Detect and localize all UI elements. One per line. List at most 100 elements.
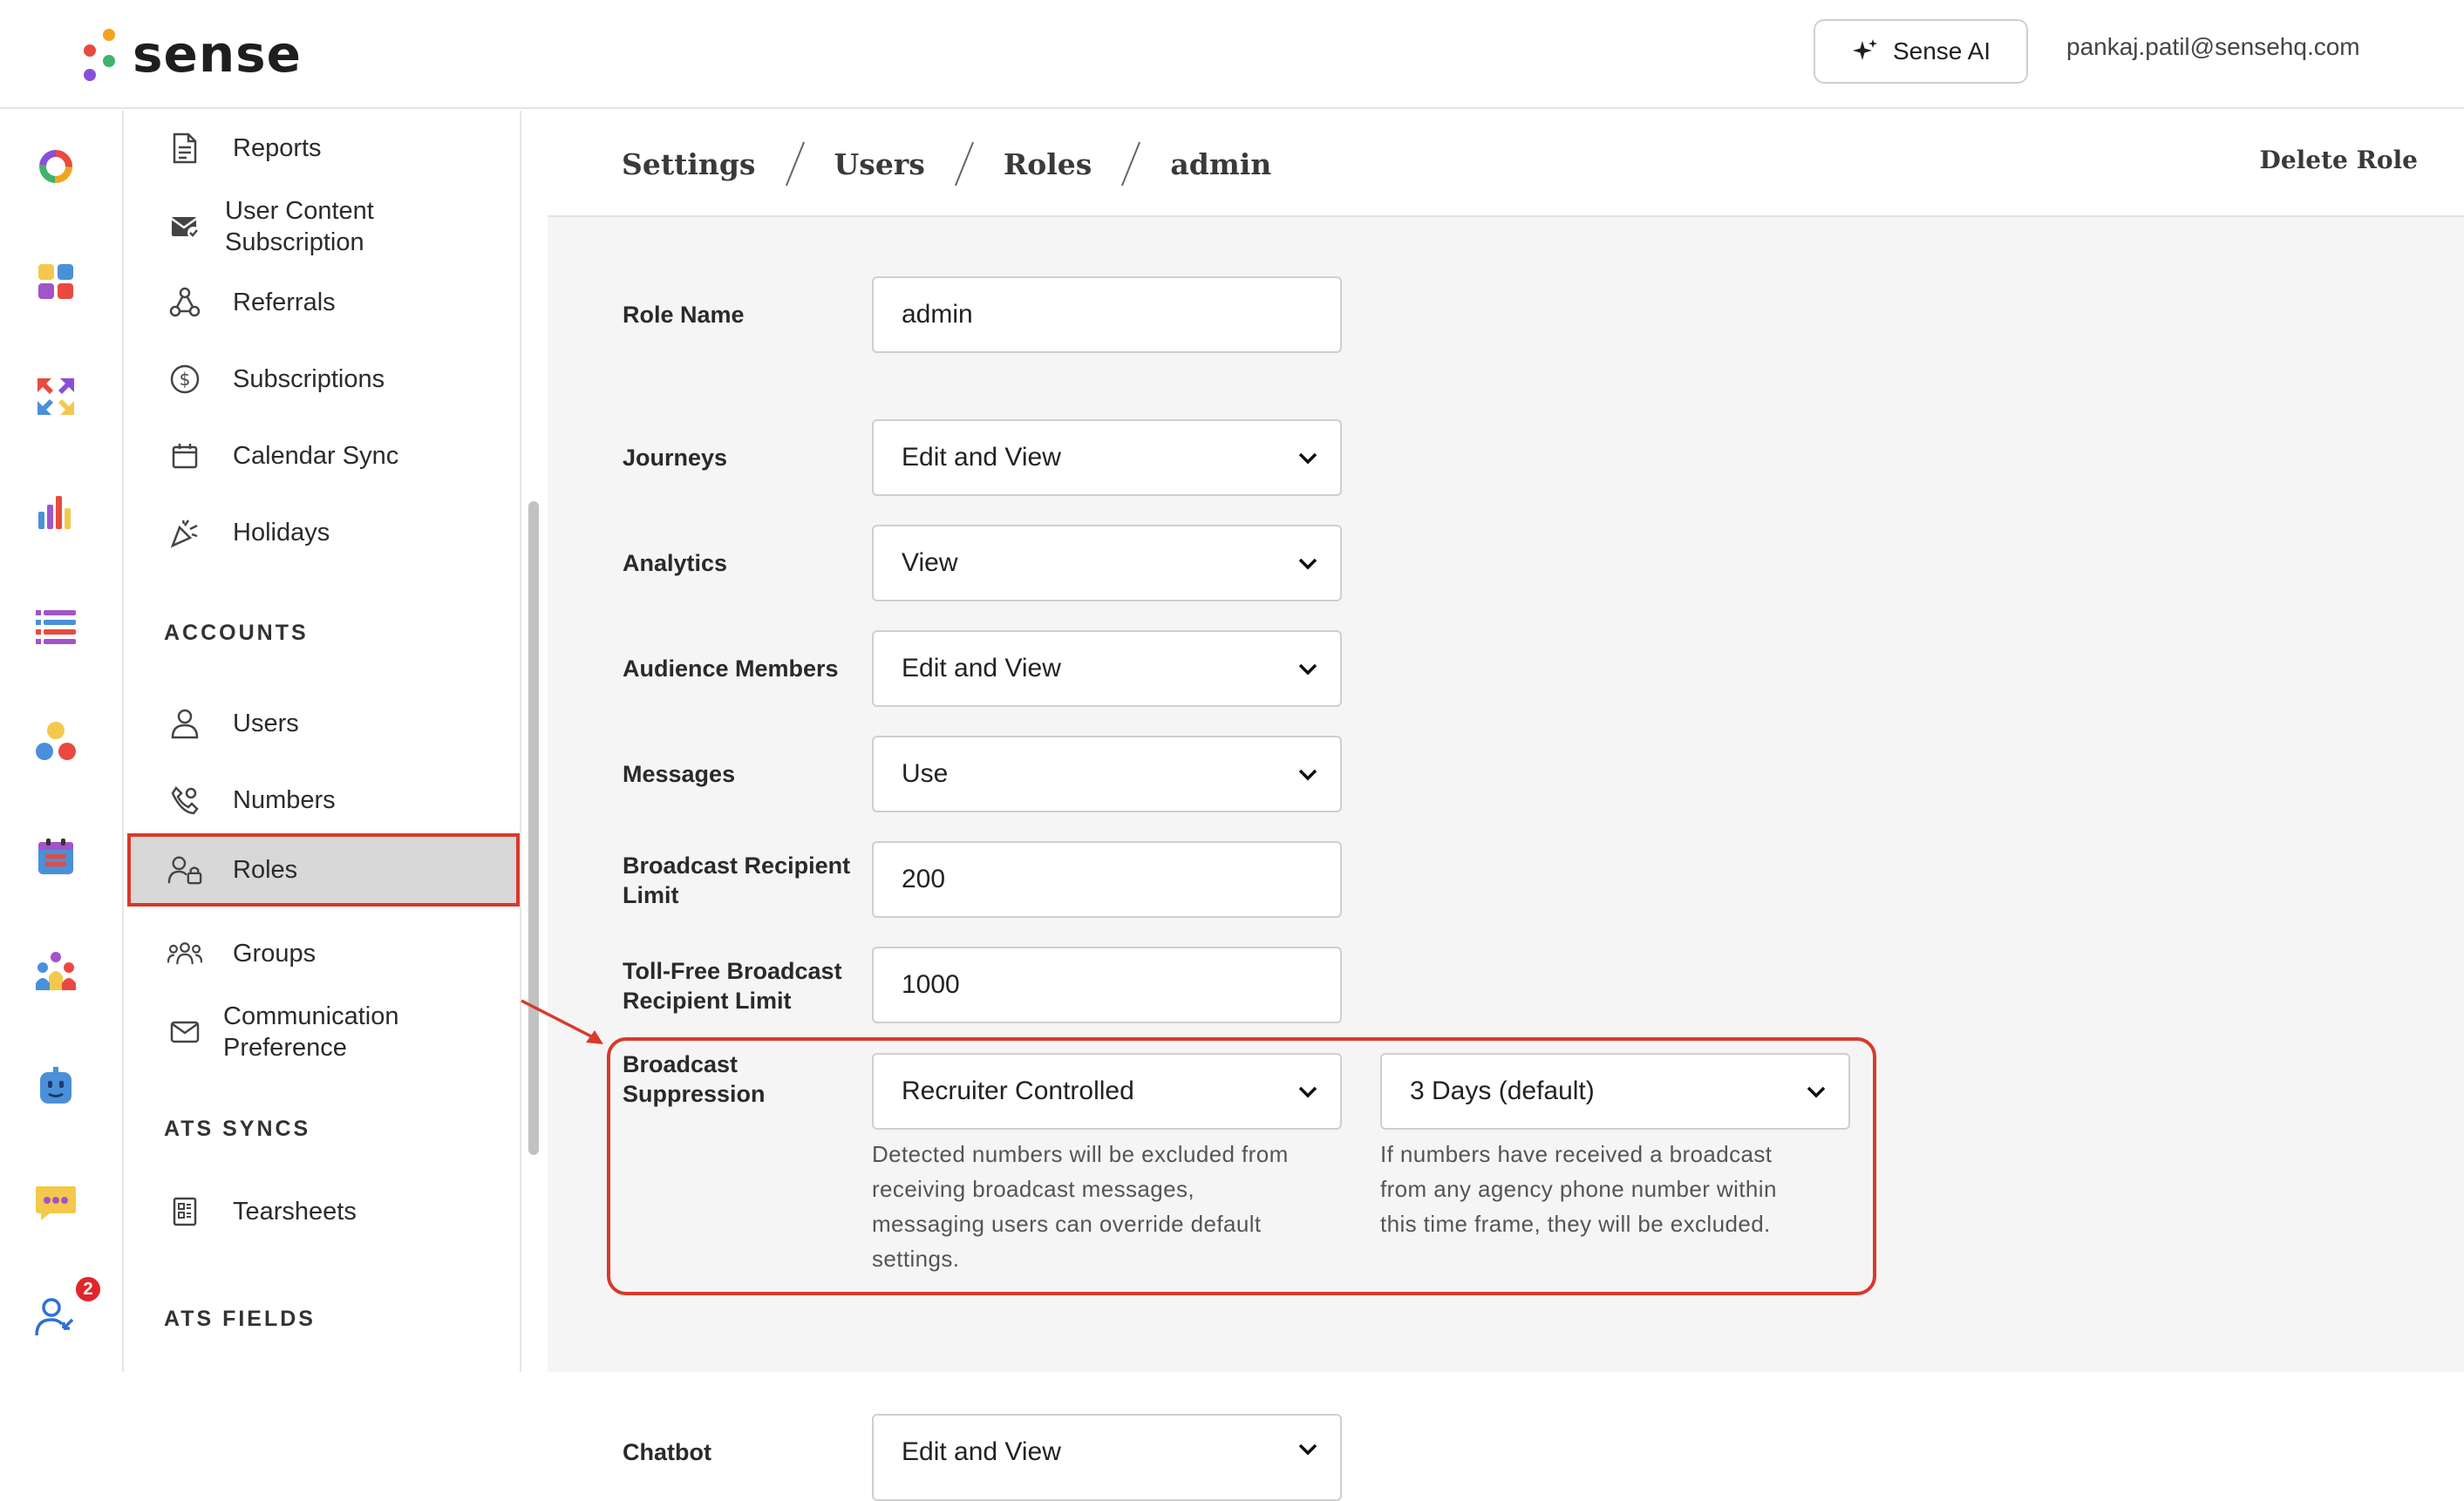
label-line: Limit [623, 882, 679, 908]
chevron-down-icon [1298, 663, 1317, 676]
label-line: Toll-Free Broadcast [623, 958, 842, 984]
app-rail: 2 [0, 111, 124, 1372]
suppression-window-select[interactable]: 3 Days (default) [1380, 1053, 1850, 1130]
tollfree-limit-input[interactable]: 1000 [872, 947, 1342, 1023]
broadcast-recipient-limit-label: Broadcast Recipient Limit [623, 851, 850, 910]
apps-grid-icon[interactable] [31, 257, 80, 306]
help-line: If numbers have received a broadcast [1380, 1141, 1773, 1167]
role-name-value: admin [902, 300, 973, 329]
phone-settings-icon [167, 783, 202, 818]
nav-item-calendar-sync[interactable]: Calendar Sync [126, 421, 518, 491]
help-line: receiving broadcast messages, [872, 1176, 1195, 1202]
breadcrumb-roles[interactable]: Roles [1004, 147, 1092, 181]
top-bar: sense Sense AI pankaj.patil@sensehq.com [0, 0, 2464, 109]
bot-icon[interactable] [31, 1063, 80, 1111]
nav-item-reports[interactable]: Reports [126, 113, 518, 183]
nav-item-label: Reports [233, 134, 322, 162]
contact-sync-icon[interactable] [31, 1293, 80, 1341]
role-name-input[interactable]: admin [872, 276, 1342, 353]
breadcrumb-settings[interactable]: Settings [622, 147, 756, 181]
nav-item-numbers[interactable]: Numbers [126, 765, 518, 835]
journeys-label: Journeys [623, 445, 728, 471]
suppression-mode-select[interactable]: Recruiter Controlled [872, 1053, 1342, 1130]
nav-item-communication-preference[interactable]: Communication Preference [126, 988, 518, 1076]
messages-select[interactable]: Use [872, 736, 1342, 812]
nav-item-label: User Content Subscription [225, 197, 374, 256]
label-line: Recipient Limit [623, 988, 792, 1014]
nav-section-ats-fields: ATS FIELDS [164, 1307, 316, 1331]
main-content: Settings Users Roles admin Delete Role R… [548, 111, 2464, 1501]
user-lock-icon [167, 852, 202, 887]
tearsheet-icon [167, 1194, 202, 1229]
nav-item-users[interactable]: Users [126, 689, 518, 758]
broadcast-recipient-limit-value: 200 [902, 865, 946, 893]
document-icon [167, 131, 202, 166]
people-network-icon[interactable] [31, 717, 80, 766]
breadcrumb-separator [785, 141, 805, 187]
nav-item-label: Tearsheets [233, 1198, 357, 1226]
sense-ai-button[interactable]: Sense AI [1814, 19, 2028, 84]
nav-item-label: Communication Preference [223, 1002, 399, 1062]
audience-members-select[interactable]: Edit and View [872, 630, 1342, 707]
arrows-icon[interactable] [31, 372, 80, 421]
nav-item-groups[interactable]: Groups [126, 919, 518, 988]
help-line: messaging users can override default [872, 1211, 1262, 1237]
nav-item-subscriptions[interactable]: $ Subscriptions [126, 344, 518, 414]
bar-chart-icon[interactable] [31, 487, 80, 536]
nav-item-label: Groups [233, 940, 317, 968]
tollfree-limit-value: 1000 [902, 970, 960, 999]
tollfree-limit-label: Toll-Free Broadcast Recipient Limit [623, 956, 842, 1015]
nav-item-label: Referrals [233, 289, 336, 316]
nav-item-label: Roles [233, 856, 298, 884]
journeys-select[interactable]: Edit and View [872, 419, 1342, 496]
breadcrumb-separator [1121, 141, 1141, 187]
group-icon [167, 936, 202, 971]
nav-item-label: Users [233, 710, 299, 737]
logo-text: sense [133, 24, 303, 84]
chatbot-value: Edit and View [902, 1437, 1061, 1466]
delete-role-button[interactable]: Delete Role [2260, 146, 2418, 174]
settings-nav: Reports User Content Subscription Referr… [126, 111, 521, 1372]
help-line: from any agency phone number within [1380, 1176, 1777, 1202]
suppression-window-value: 3 Days (default) [1410, 1077, 1595, 1105]
audience-members-label: Audience Members [623, 655, 839, 682]
chatbot-select[interactable]: Edit and View [872, 1414, 1342, 1501]
chevron-down-icon [1298, 1443, 1317, 1456]
breadcrumb-separator [954, 141, 974, 187]
user-email[interactable]: pankaj.patil@sensehq.com [2066, 33, 2360, 61]
help-line: settings. [872, 1246, 960, 1272]
nav-section-accounts: ACCOUNTS [164, 621, 309, 645]
mail-check-icon [167, 209, 202, 244]
list-icon[interactable] [31, 602, 80, 651]
ring-icon[interactable] [31, 142, 80, 191]
messages-label: Messages [623, 761, 736, 787]
annotation-arrow-icon [521, 999, 603, 1044]
broadcast-recipient-limit-input[interactable]: 200 [872, 841, 1342, 918]
envelope-icon [167, 1015, 202, 1049]
sense-ai-label: Sense AI [1892, 37, 1991, 65]
logo-dots-icon [78, 24, 122, 85]
breadcrumb: Settings Users Roles admin [622, 140, 1271, 187]
analytics-select[interactable]: View [872, 525, 1342, 601]
sparkle-icon [1852, 39, 1877, 60]
calendar-icon[interactable] [31, 832, 80, 881]
chat-icon[interactable] [31, 1178, 80, 1226]
sense-logo[interactable]: sense [78, 19, 302, 89]
party-popper-icon [167, 515, 202, 550]
nav-item-tearsheets[interactable]: Tearsheets [126, 1177, 518, 1246]
svg-text:$: $ [180, 369, 191, 390]
team-icon[interactable] [31, 947, 80, 996]
suppression-mode-help: Detected numbers will be excluded from r… [872, 1137, 1360, 1276]
user-icon [167, 706, 202, 741]
nav-item-user-content-subscription[interactable]: User Content Subscription [126, 183, 518, 270]
nav-item-referrals[interactable]: Referrals [126, 268, 518, 337]
nav-item-holidays[interactable]: Holidays [126, 498, 518, 567]
chevron-down-icon [1807, 1086, 1826, 1098]
nav-item-label: Holidays [233, 519, 330, 547]
breadcrumb-users[interactable]: Users [834, 147, 925, 181]
calendar-outline-icon [167, 438, 202, 473]
nav-scrollbar[interactable] [528, 501, 539, 1155]
nav-item-roles[interactable]: Roles [127, 833, 520, 907]
breadcrumb-current: admin [1170, 146, 1272, 181]
nav-item-label: Numbers [233, 786, 336, 814]
